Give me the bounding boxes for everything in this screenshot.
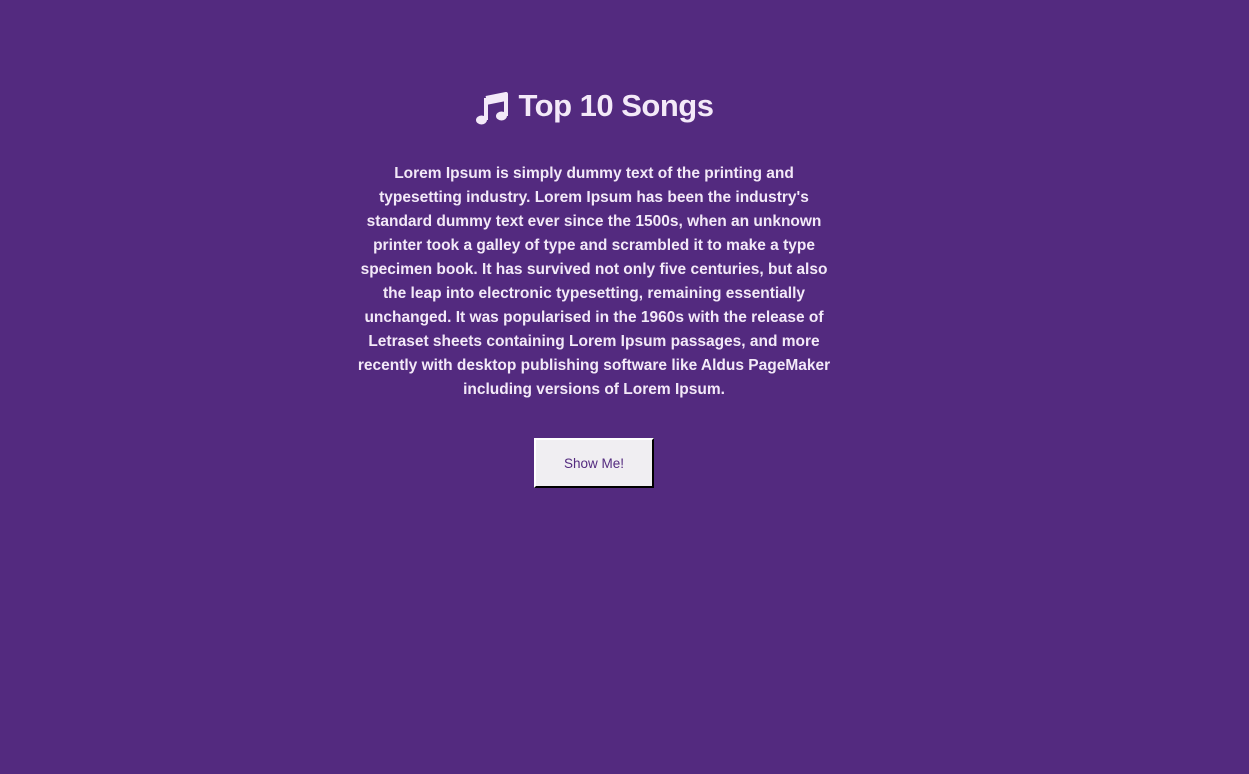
page-title: Top 10 Songs [518, 88, 714, 123]
page-header: Top 10 Songs [354, 86, 834, 126]
music-note-icon [475, 92, 509, 126]
description-text: Lorem Ipsum is simply dummy text of the … [357, 165, 831, 398]
show-me-button[interactable]: Show Me! [534, 438, 654, 488]
